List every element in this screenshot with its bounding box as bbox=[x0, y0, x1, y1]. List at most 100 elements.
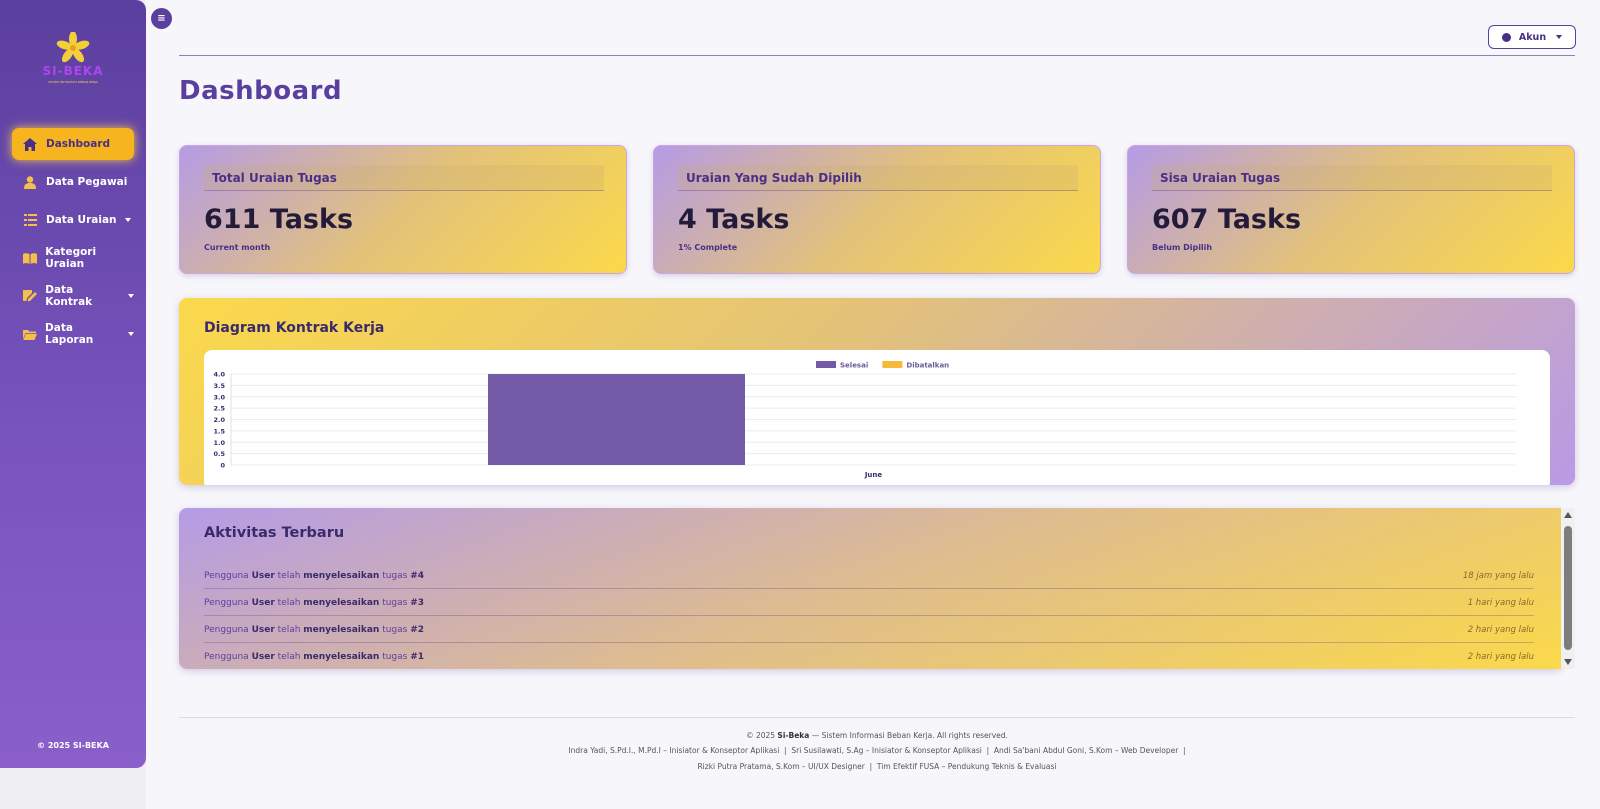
y-tick-label: 4.0 bbox=[213, 371, 225, 379]
activity-prefix: Pengguna bbox=[204, 624, 252, 635]
y-tick-label: 3.0 bbox=[213, 393, 225, 401]
activity-conj: telah bbox=[274, 652, 304, 662]
footer-credits-1: Indra Yadi, S.Pd.I., M.Pd.I – Inisiator … bbox=[568, 746, 1186, 755]
y-tick-label: 1.5 bbox=[213, 427, 225, 435]
x-tick-label: June bbox=[864, 471, 883, 479]
activity-row: Pengguna User telah menyelesaikan tugas … bbox=[204, 617, 1534, 643]
stat-card-subtitle: Current month bbox=[204, 243, 271, 252]
chevron-down-icon bbox=[128, 294, 134, 298]
activity-action: menyelesaikan bbox=[303, 570, 380, 581]
sidebar-item-data-laporan[interactable]: Data Laporan bbox=[12, 318, 134, 350]
sidebar-item-data-pegawai[interactable]: Data Pegawai bbox=[12, 166, 134, 198]
sidebar-item-label: Dashboard bbox=[46, 138, 111, 150]
sidebar-nav: Dashboard Data Pegawai Data Uraian Kateg… bbox=[12, 128, 134, 356]
activity-time: 2 hari yang lalu bbox=[1467, 652, 1534, 662]
activity-scrollbar[interactable] bbox=[1561, 508, 1575, 669]
activity-conj: tugas bbox=[379, 652, 411, 662]
y-tick-label: 2.5 bbox=[213, 405, 225, 413]
bar-selesai bbox=[488, 374, 745, 465]
stat-card-value: 611 Tasks bbox=[204, 204, 354, 235]
account-label: Akun bbox=[1518, 31, 1547, 43]
stat-card-subtitle: 1% Complete bbox=[678, 243, 738, 252]
activity-title: Aktivitas Terbaru bbox=[204, 525, 345, 541]
legend-label: Dibatalkan bbox=[906, 362, 949, 370]
activity-row: Pengguna User telah menyelesaikan tugas … bbox=[204, 644, 1534, 670]
activity-time: 2 hari yang lalu bbox=[1467, 624, 1534, 635]
folder-icon bbox=[22, 326, 37, 342]
legend-swatch bbox=[882, 361, 903, 368]
activity-prefix: Pengguna bbox=[204, 570, 252, 581]
activity-action: menyelesaikan bbox=[303, 597, 380, 608]
scroll-up-icon[interactable] bbox=[1564, 512, 1572, 518]
activity-prefix: Pengguna bbox=[204, 652, 252, 662]
activity-text: Pengguna User telah menyelesaikan tugas … bbox=[204, 652, 424, 662]
activity-user: User bbox=[251, 624, 275, 635]
home-icon bbox=[22, 136, 38, 152]
activity-text: Pengguna User telah menyelesaikan tugas … bbox=[204, 625, 424, 635]
activity-task-id: #3 bbox=[410, 597, 425, 608]
sidebar-item-label: Data Kontrak bbox=[45, 284, 93, 308]
stat-card-subtitle: Belum Dipilih bbox=[1152, 243, 1213, 252]
legend-label: Selesai bbox=[840, 362, 868, 370]
activity-action: menyelesaikan bbox=[303, 624, 380, 635]
activity-row: Pengguna User telah menyelesaikan tugas … bbox=[204, 590, 1534, 616]
activity-row: Pengguna User telah menyelesaikan tugas … bbox=[204, 563, 1534, 589]
activity-text: Pengguna User telah menyelesaikan tugas … bbox=[204, 571, 424, 581]
sidebar-item-data-kontrak[interactable]: Data Kontrak bbox=[12, 280, 134, 312]
page-title: Dashboard bbox=[179, 76, 343, 106]
chart-card: Diagram Kontrak Kerja 0 0.5 1.0 1.5 2.0 2.5 3.… bbox=[179, 298, 1575, 485]
chart-container: 0 0.5 1.0 1.5 2.0 2.5 3.0 3.5 4.0 June Selesai Diba… bbox=[204, 350, 1550, 485]
user-icon bbox=[22, 174, 38, 190]
activity-task-id: #2 bbox=[410, 624, 425, 635]
activity-time: 18 jam yang lalu bbox=[1462, 570, 1534, 581]
sidebar: SI-BEKA SISTEM INFORMASI BEBAN KERJA Das… bbox=[0, 0, 146, 768]
logo-subtitle: SISTEM INFORMASI BEBAN KERJA bbox=[48, 80, 98, 84]
sidebar-item-label: Data Uraian bbox=[46, 214, 117, 226]
stat-card-header: Uraian Yang Sudah Dipilih bbox=[678, 165, 1078, 191]
activity-user: User bbox=[251, 652, 275, 662]
stat-card-value: 4 Tasks bbox=[678, 204, 790, 235]
chevron-down-icon bbox=[124, 218, 131, 222]
footer-copyright-suffix: — Sistem Informasi Beban Kerja. All righ… bbox=[809, 731, 1008, 740]
activity-task-id: #4 bbox=[410, 570, 425, 581]
logo-text: SI-BEKA bbox=[42, 64, 104, 78]
activity-conj: tugas bbox=[379, 597, 411, 608]
y-tick-label: 2.0 bbox=[213, 416, 225, 424]
sidebar-item-kategori-uraian[interactable]: Kategori Uraian bbox=[12, 242, 134, 274]
activity-conj: tugas bbox=[379, 570, 411, 581]
footer-brand: Si-Beka bbox=[777, 731, 810, 740]
stat-card-header: Sisa Uraian Tugas bbox=[1152, 165, 1552, 191]
y-tick-label: 1.0 bbox=[213, 439, 225, 447]
footer-credits-2: Rizki Putra Pratama, S.Kom – UI/UX Desig… bbox=[697, 762, 1057, 771]
stat-card-total: Total Uraian Tugas 611 Tasks Current mon… bbox=[179, 145, 627, 274]
activity-conj: tugas bbox=[379, 624, 411, 635]
activity-user: User bbox=[251, 570, 275, 581]
sidebar-item-dashboard[interactable]: Dashboard bbox=[12, 128, 134, 160]
activity-time: 1 hari yang lalu bbox=[1467, 597, 1534, 608]
activity-conj: telah bbox=[274, 624, 304, 635]
activity-prefix: Pengguna bbox=[204, 597, 252, 608]
y-tick-label: 0.5 bbox=[213, 450, 225, 458]
sidebar-toggle-button[interactable]: ≡ bbox=[151, 8, 172, 29]
chart-card-title: Diagram Kontrak Kerja bbox=[204, 320, 385, 336]
activity-conj: telah bbox=[274, 597, 304, 608]
activity-action: menyelesaikan bbox=[303, 652, 380, 662]
sidebar-item-label: Data Pegawai bbox=[46, 176, 128, 188]
chevron-down-icon bbox=[1556, 35, 1563, 39]
logo[interactable]: SI-BEKA SISTEM INFORMASI BEBAN KERJA bbox=[34, 31, 112, 88]
account-dropdown-button[interactable]: Akun bbox=[1488, 25, 1576, 49]
sidebar-item-data-uraian[interactable]: Data Uraian bbox=[12, 204, 134, 236]
scrollbar-thumb[interactable] bbox=[1564, 526, 1572, 650]
y-tick-label: 0 bbox=[220, 462, 225, 470]
list-icon bbox=[22, 212, 38, 228]
activity-text: Pengguna User telah menyelesaikan tugas … bbox=[204, 598, 424, 608]
stat-card-selected: Uraian Yang Sudah Dipilih 4 Tasks 1% Com… bbox=[653, 145, 1101, 274]
book-icon bbox=[22, 250, 37, 266]
scroll-down-icon[interactable] bbox=[1564, 659, 1572, 665]
stat-card-value: 607 Tasks bbox=[1152, 204, 1302, 235]
legend-swatch bbox=[816, 361, 836, 368]
activity-conj: telah bbox=[274, 570, 304, 581]
footer-divider bbox=[179, 717, 1575, 718]
footer-copyright: © 2025 Si-Beka — Sistem Informasi Beban … bbox=[179, 731, 1575, 740]
contract-icon bbox=[22, 288, 37, 304]
